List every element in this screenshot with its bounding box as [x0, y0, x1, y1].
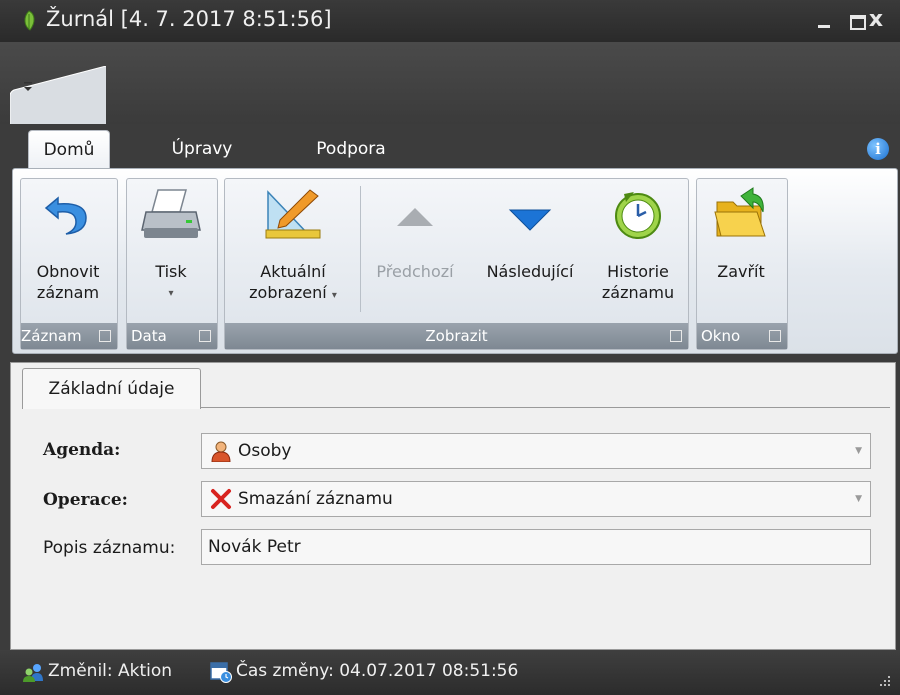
tab-edits[interactable]: Úpravy — [152, 130, 252, 168]
chevron-down-icon[interactable]: ▼ — [855, 482, 862, 516]
quick-access-toolbar-area — [0, 42, 900, 124]
minimize-button[interactable] — [810, 6, 838, 34]
next-label: Následující — [486, 262, 574, 281]
info-icon[interactable]: i — [867, 138, 889, 160]
ribbon-separator — [360, 186, 361, 312]
customize-icon — [24, 82, 32, 91]
history-label-2: záznamu — [601, 283, 675, 302]
person-icon — [211, 441, 231, 462]
previous-button[interactable]: Předchozí — [366, 182, 464, 322]
description-label: Popis záznamu: — [43, 538, 176, 558]
dialog-launcher-icon[interactable] — [670, 330, 682, 342]
history-label-1: Historie — [607, 262, 669, 281]
group-label-data: Data — [127, 323, 217, 349]
dialog-launcher-icon[interactable] — [199, 330, 211, 342]
journal-window: Žurnál [4. 7. 2017 8:51:56] x Domů Úprav… — [0, 0, 900, 695]
view-label-2: zobrazení ▾ — [249, 283, 337, 302]
group-label-window: Okno — [697, 323, 787, 349]
status-bar: Změnil: Aktion Čas změny: 04.07.2017 08:… — [0, 650, 900, 695]
agenda-value: Osoby — [238, 441, 292, 461]
current-view-button[interactable]: Aktuální zobrazení ▾ — [230, 182, 356, 322]
tab-support[interactable]: Podpora — [296, 130, 406, 168]
tab-basic-info[interactable]: Základní údaje — [22, 368, 201, 409]
tab-home[interactable]: Domů — [28, 130, 110, 169]
resize-grip-icon[interactable] — [876, 674, 892, 688]
calendar-clock-icon — [210, 662, 232, 683]
print-label: Tisk — [155, 262, 187, 281]
undo-arrow-icon — [44, 196, 87, 235]
operation-select[interactable]: Smazání záznamu ▼ — [201, 481, 871, 517]
window-title: Žurnál [4. 7. 2017 8:51:56] — [46, 7, 332, 31]
changed-at-text: Čas změny: 04.07.2017 08:51:56 — [236, 661, 519, 681]
group-label-view: Zobrazit — [225, 323, 688, 349]
description-value: Novák Petr — [208, 537, 301, 557]
customize-quick-access-button[interactable] — [22, 78, 34, 94]
close-record-button[interactable]: Zavřít — [700, 182, 782, 322]
record-history-button[interactable]: Historie záznamu — [592, 182, 684, 322]
group-label-record: Záznam — [21, 323, 117, 349]
clock-icon — [615, 192, 661, 239]
changed-by-text: Změnil: Aktion — [48, 661, 173, 681]
triangle-up-icon — [397, 208, 433, 226]
triangle-down-icon — [508, 209, 552, 231]
agenda-label: Agenda: — [43, 440, 121, 460]
view-label-1: Aktuální — [260, 262, 326, 281]
print-button[interactable]: Tisk ▾ — [128, 182, 214, 322]
folder-arrow-icon — [714, 187, 766, 237]
tab-divider — [200, 407, 890, 408]
leaf-icon — [24, 10, 35, 31]
dialog-launcher-icon[interactable] — [99, 330, 111, 342]
ruler-pencil-icon — [265, 189, 321, 239]
red-x-icon — [211, 489, 231, 509]
refresh-label-1: Obnovit — [36, 262, 100, 281]
agenda-select[interactable]: Osoby ▼ — [201, 433, 871, 469]
grip-dots — [880, 676, 890, 686]
title-bar[interactable]: Žurnál [4. 7. 2017 8:51:56] x — [0, 0, 900, 42]
printer-icon — [141, 189, 201, 238]
close-window-button[interactable]: x — [862, 6, 890, 34]
application-menu-tab[interactable] — [10, 66, 106, 124]
operation-value: Smazání záznamu — [238, 489, 393, 509]
close-label: Zavřít — [717, 262, 765, 281]
operation-label: Operace: — [43, 490, 128, 510]
next-button[interactable]: Následující — [474, 182, 586, 322]
users-icon — [23, 664, 43, 682]
description-field[interactable]: Novák Petr — [201, 529, 871, 565]
refresh-record-button[interactable]: Obnovit záznam — [24, 182, 112, 322]
previous-label: Předchozí — [376, 262, 454, 281]
print-dropdown-arrow[interactable]: ▾ — [128, 284, 214, 304]
refresh-label-2: záznam — [36, 283, 100, 302]
chevron-down-icon[interactable]: ▼ — [855, 434, 862, 468]
dialog-launcher-icon[interactable] — [769, 330, 781, 342]
